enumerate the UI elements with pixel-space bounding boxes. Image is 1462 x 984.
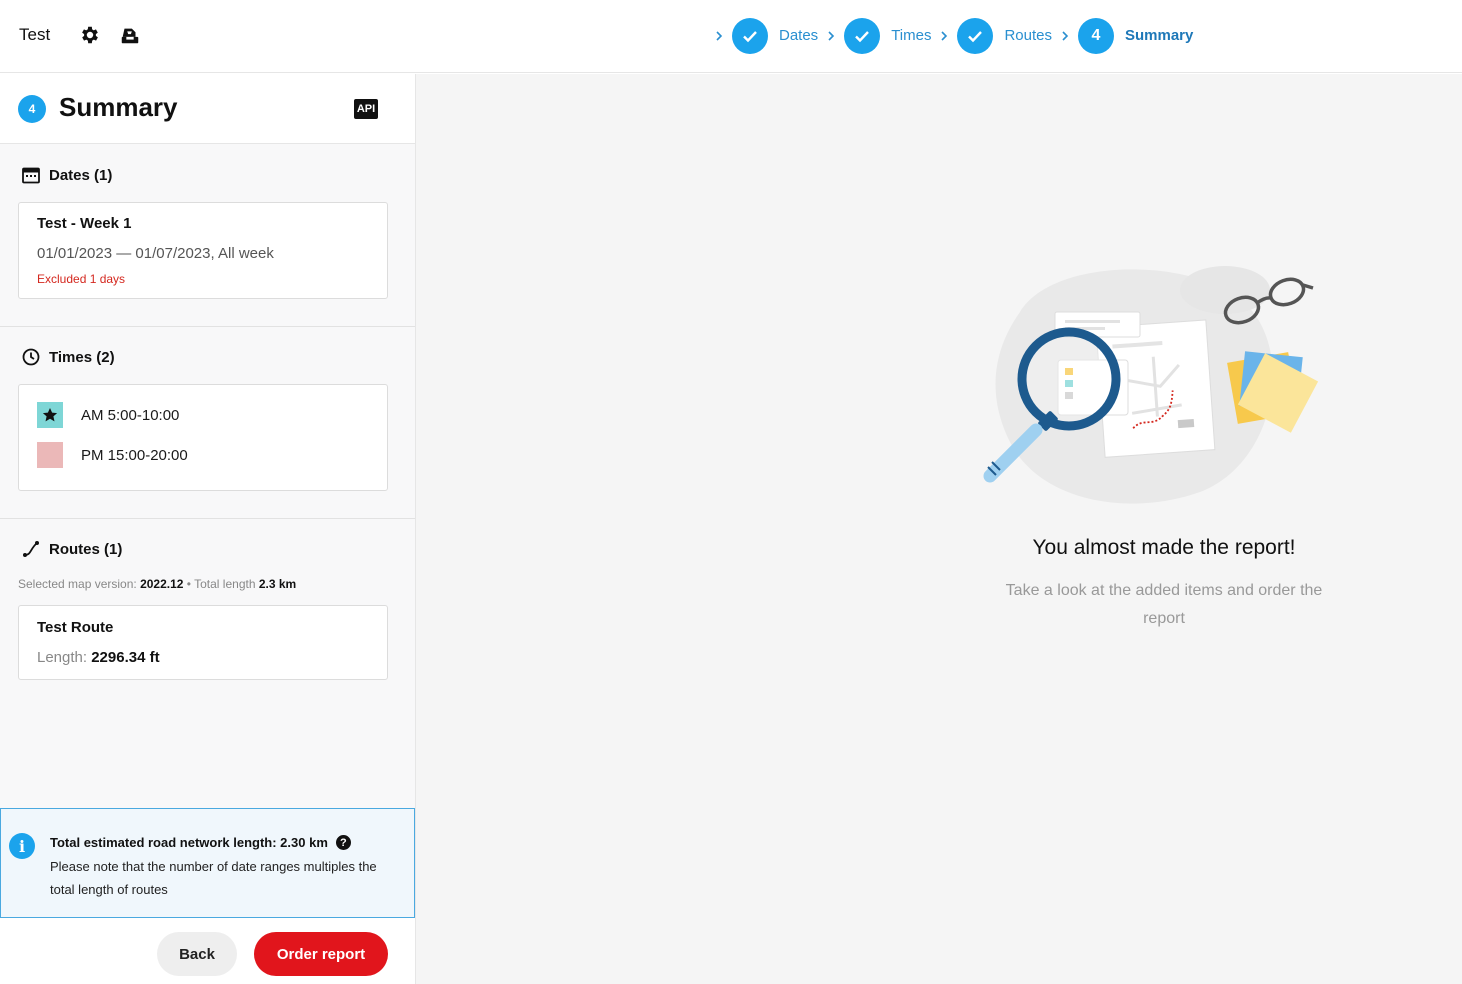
date-range: 01/01/2023 — 01/07/2023, All week bbox=[37, 245, 274, 262]
route-length-label: Length: bbox=[37, 649, 88, 666]
info-title-text: Total estimated road network length: 2.3… bbox=[50, 835, 328, 850]
chevron-right-icon bbox=[828, 30, 835, 41]
step-times-check[interactable] bbox=[844, 17, 881, 54]
time-row-am[interactable]: AM 5:00-10:00 bbox=[37, 402, 179, 428]
clock-icon bbox=[22, 348, 40, 366]
step-summary-label[interactable]: Summary bbox=[1125, 27, 1193, 44]
routes-heading-label: Routes (1) bbox=[49, 540, 123, 558]
help-icon[interactable]: ? bbox=[335, 835, 351, 850]
order-report-button[interactable]: Order report bbox=[254, 932, 388, 976]
step-summary-number[interactable]: 4 bbox=[1078, 17, 1114, 54]
action-footer: Back Order report bbox=[0, 918, 415, 984]
routes-section: Routes (1) Selected map version: 2022.12… bbox=[0, 519, 415, 799]
dates-heading: Dates (1) bbox=[22, 166, 112, 184]
time-row-pm[interactable]: PM 15:00-20:00 bbox=[37, 442, 188, 468]
stepper: Dates Times Routes 4 Summary bbox=[712, 17, 1193, 54]
route-card[interactable]: Test Route Length: 2296.34 ft bbox=[18, 605, 388, 680]
time-label: AM 5:00-10:00 bbox=[81, 406, 180, 424]
summary-panel: 4 Summary API Dates (1) Test - Week 1 01… bbox=[0, 74, 416, 984]
date-excluded: Excluded 1 days bbox=[37, 272, 126, 286]
map-version-info: Selected map version: 2022.12 • Total le… bbox=[18, 577, 296, 591]
times-heading: Times (2) bbox=[22, 348, 115, 366]
info-title: Total estimated road network length: 2.3… bbox=[50, 835, 351, 850]
chevron-right-icon bbox=[1062, 30, 1069, 41]
summary-step-badge: 4 bbox=[18, 95, 46, 123]
empty-state-subtitle: Take a look at the added items and order… bbox=[1005, 582, 1323, 627]
route-icon bbox=[23, 541, 39, 557]
chevron-right-icon bbox=[716, 30, 723, 41]
times-heading-label: Times (2) bbox=[49, 348, 115, 366]
map-version-label: Selected map version: bbox=[18, 577, 137, 591]
info-text: Please note that the number of date rang… bbox=[50, 859, 377, 897]
project-title: Test bbox=[19, 25, 51, 44]
time-color-swatch bbox=[37, 402, 63, 428]
inbox-tray-icon[interactable] bbox=[119, 24, 141, 46]
date-card[interactable]: Test - Week 1 01/01/2023 — 01/07/2023, A… bbox=[18, 202, 388, 299]
info-icon: i bbox=[9, 833, 35, 859]
chevron-right-icon bbox=[941, 30, 948, 41]
page-title: Summary bbox=[59, 92, 178, 122]
map-version-value: 2022.12 bbox=[140, 577, 184, 591]
dates-heading-label: Dates (1) bbox=[49, 166, 113, 184]
gear-icon[interactable] bbox=[79, 24, 101, 46]
report-illustration-icon bbox=[983, 266, 1319, 504]
back-button[interactable]: Back bbox=[157, 932, 237, 976]
times-card: AM 5:00-10:00 PM 15:00-20:00 bbox=[18, 384, 388, 491]
times-section: Times (2) AM 5:00-10:00 PM 15:00-20:00 bbox=[0, 327, 415, 519]
route-length: Length: 2296.34 ft bbox=[37, 649, 160, 666]
step-times-label[interactable]: Times bbox=[891, 27, 931, 44]
route-name: Test Route bbox=[37, 619, 114, 636]
checkmark-icon bbox=[855, 30, 870, 42]
summary-header: 4 Summary API bbox=[0, 74, 415, 144]
checkmark-icon bbox=[968, 30, 983, 42]
dates-section: Dates (1) Test - Week 1 01/01/2023 — 01/… bbox=[0, 144, 415, 327]
date-name: Test - Week 1 bbox=[37, 215, 132, 232]
time-color-swatch bbox=[37, 442, 63, 468]
top-header: Test Dates Times Routes 4 Summary bbox=[0, 0, 1462, 73]
api-icon[interactable]: API bbox=[354, 99, 378, 119]
calendar-icon bbox=[22, 167, 40, 184]
step-routes-label[interactable]: Routes bbox=[1004, 27, 1052, 44]
time-label: PM 15:00-20:00 bbox=[81, 446, 188, 464]
empty-state-title: You almost made the report! bbox=[1032, 536, 1296, 559]
step-dates-check[interactable] bbox=[732, 17, 768, 54]
routes-heading: Routes (1) bbox=[22, 540, 122, 558]
step-routes-check[interactable] bbox=[957, 17, 994, 54]
step-dates-label[interactable]: Dates bbox=[779, 27, 818, 44]
total-length-value: 2.3 km bbox=[258, 577, 297, 591]
checkmark-icon bbox=[743, 30, 757, 42]
meta-separator: • bbox=[183, 577, 195, 591]
route-length-value: 2296.34 ft bbox=[91, 649, 160, 666]
empty-state-area: You almost made the report! Take a look … bbox=[416, 74, 1462, 984]
star-icon bbox=[42, 408, 58, 422]
road-length-info-box: i Total estimated road network length: 2… bbox=[0, 808, 415, 918]
total-length-label: Total length bbox=[194, 577, 256, 591]
